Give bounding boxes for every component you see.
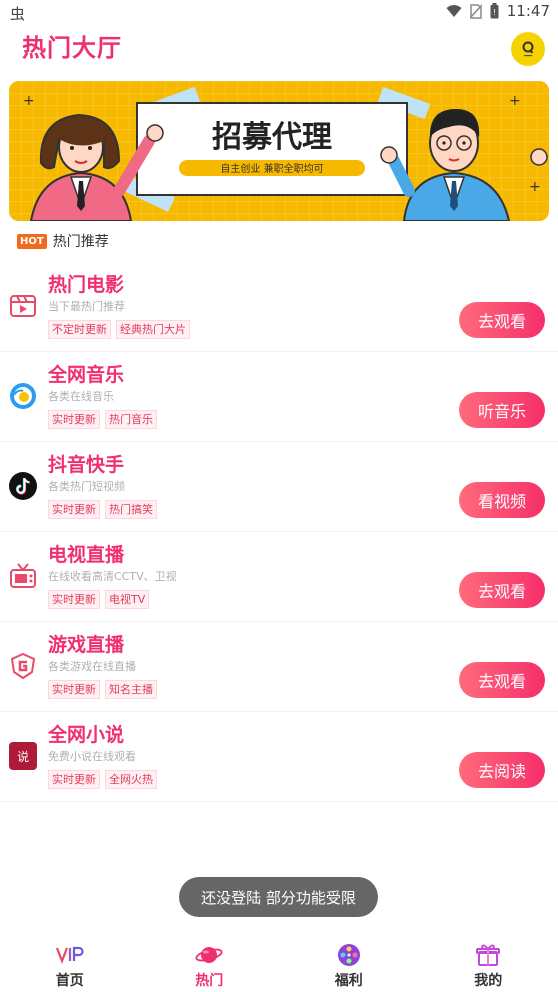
carrier-icon: 虫 xyxy=(10,5,26,23)
tag: 热门搞笑 xyxy=(105,500,157,519)
watch-game-live-button[interactable]: 去观看 xyxy=(459,662,545,698)
status-time: 11:47 xyxy=(506,2,550,20)
nav-item-mine[interactable]: 我的 xyxy=(419,934,558,992)
list-item-novels[interactable]: 说 全网小说 免费小说在线观看 实时更新 全网火热 去阅读 xyxy=(0,712,558,802)
app-name: 全网音乐 xyxy=(48,364,125,386)
tag: 知名主播 xyxy=(105,680,157,699)
tag: 热门音乐 xyxy=(105,410,157,429)
watch-videos-button[interactable]: 看视频 xyxy=(459,482,545,518)
tag: 经典热门大片 xyxy=(116,320,190,339)
tiktok-icon xyxy=(9,472,37,500)
tag: 实时更新 xyxy=(48,410,100,429)
banner-headline: 招募代理 xyxy=(212,120,332,155)
wifi-icon xyxy=(446,5,462,17)
battery-icon: ! xyxy=(490,3,499,19)
section-title: 热门推荐 xyxy=(52,234,109,250)
tag: 实时更新 xyxy=(48,590,100,609)
promo-banner[interactable]: 招募代理 自主创业 兼职全职均可 + + + xyxy=(9,81,549,221)
list-item-music[interactable]: 全网音乐 各类在线音乐 实时更新 热门音乐 听音乐 xyxy=(0,352,558,442)
nav-item-welfare[interactable]: 福利 xyxy=(279,934,419,992)
tag: 实时更新 xyxy=(48,680,100,699)
tag: 实时更新 xyxy=(48,770,100,789)
hot-badge: HOT xyxy=(17,233,47,249)
no-sim-icon xyxy=(469,3,482,19)
tv-icon xyxy=(10,563,36,588)
app-tags: 实时更新 热门搞笑 xyxy=(48,500,157,519)
svg-text:说: 说 xyxy=(17,749,29,764)
read-novels-button[interactable]: 去阅读 xyxy=(459,752,545,788)
vip-icon xyxy=(55,946,84,965)
listen-music-button[interactable]: 听音乐 xyxy=(459,392,545,428)
nav-label: 首页 xyxy=(55,973,84,989)
app-tags: 不定时更新 经典热门大片 xyxy=(48,320,190,339)
planet-icon xyxy=(195,947,223,963)
app-tags: 实时更新 热门音乐 xyxy=(48,410,157,429)
app-description: 免费小说在线观看 xyxy=(48,750,136,763)
banner-subline: 自主创业 兼职全职均可 xyxy=(220,162,323,175)
app-description: 在线收看高清CCTV、卫视 xyxy=(48,570,177,583)
logo-icon xyxy=(522,41,534,57)
app-name: 热门电影 xyxy=(48,274,125,296)
app-description: 各类热门短视频 xyxy=(48,480,125,493)
svg-text:+: + xyxy=(529,179,541,195)
list-item-short-video[interactable]: 抖音快手 各类热门短视频 实时更新 热门搞笑 看视频 xyxy=(0,442,558,532)
app-name: 电视直播 xyxy=(48,544,125,566)
tag: 不定时更新 xyxy=(48,320,111,339)
bottom-nav: 首页 热门 福利 我的 xyxy=(0,934,558,992)
music-icon xyxy=(10,383,36,409)
nav-label: 我的 xyxy=(474,973,503,989)
film-icon xyxy=(10,295,36,317)
header: 热门大厅 xyxy=(0,24,558,76)
game-shield-icon xyxy=(10,652,36,680)
gift-icon xyxy=(476,944,501,966)
list-item-tv-live[interactable]: 电视直播 在线收看高清CCTV、卫视 实时更新 电视TV 去观看 xyxy=(0,532,558,622)
nav-label: 热门 xyxy=(195,973,224,989)
app-name: 抖音快手 xyxy=(48,454,125,476)
section-header: HOT 热门推荐 xyxy=(17,232,109,250)
list-item-movies[interactable]: 热门电影 当下最热门推荐 不定时更新 经典热门大片 去观看 xyxy=(0,262,558,352)
avatar[interactable] xyxy=(511,32,545,66)
novel-icon: 说 xyxy=(9,742,37,770)
film-reel-icon xyxy=(337,944,360,966)
status-icons: ! 11:47 xyxy=(446,2,550,20)
app-tags: 实时更新 全网火热 xyxy=(48,770,157,789)
svg-text:+: + xyxy=(23,93,35,109)
status-bar: 虫 ! 11:47 xyxy=(0,0,558,24)
app-description: 各类在线音乐 xyxy=(48,390,114,403)
app-name: 全网小说 xyxy=(48,724,125,746)
svg-text:!: ! xyxy=(493,8,496,17)
app-tags: 实时更新 电视TV xyxy=(48,590,150,609)
tag: 全网火热 xyxy=(105,770,157,789)
nav-item-home[interactable]: 首页 xyxy=(0,934,140,992)
watch-tv-button[interactable]: 去观看 xyxy=(459,572,545,608)
login-toast: 还没登陆 部分功能受限 xyxy=(179,877,378,917)
app-description: 当下最热门推荐 xyxy=(48,300,125,313)
nav-item-hot[interactable]: 热门 xyxy=(140,934,280,992)
watch-movies-button[interactable]: 去观看 xyxy=(459,302,545,338)
page-title: 热门大厅 xyxy=(22,34,122,62)
tag: 电视TV xyxy=(105,590,150,609)
svg-text:+: + xyxy=(509,93,521,109)
app-tags: 实时更新 知名主播 xyxy=(48,680,157,699)
list-item-game-live[interactable]: 游戏直播 各类游戏在线直播 实时更新 知名主播 去观看 xyxy=(0,622,558,712)
app-description: 各类游戏在线直播 xyxy=(48,660,136,673)
tag: 实时更新 xyxy=(48,500,100,519)
nav-label: 福利 xyxy=(334,973,363,989)
app-list: 热门电影 当下最热门推荐 不定时更新 经典热门大片 去观看 全网音乐 各类在线音… xyxy=(0,262,558,802)
app-name: 游戏直播 xyxy=(48,634,125,656)
